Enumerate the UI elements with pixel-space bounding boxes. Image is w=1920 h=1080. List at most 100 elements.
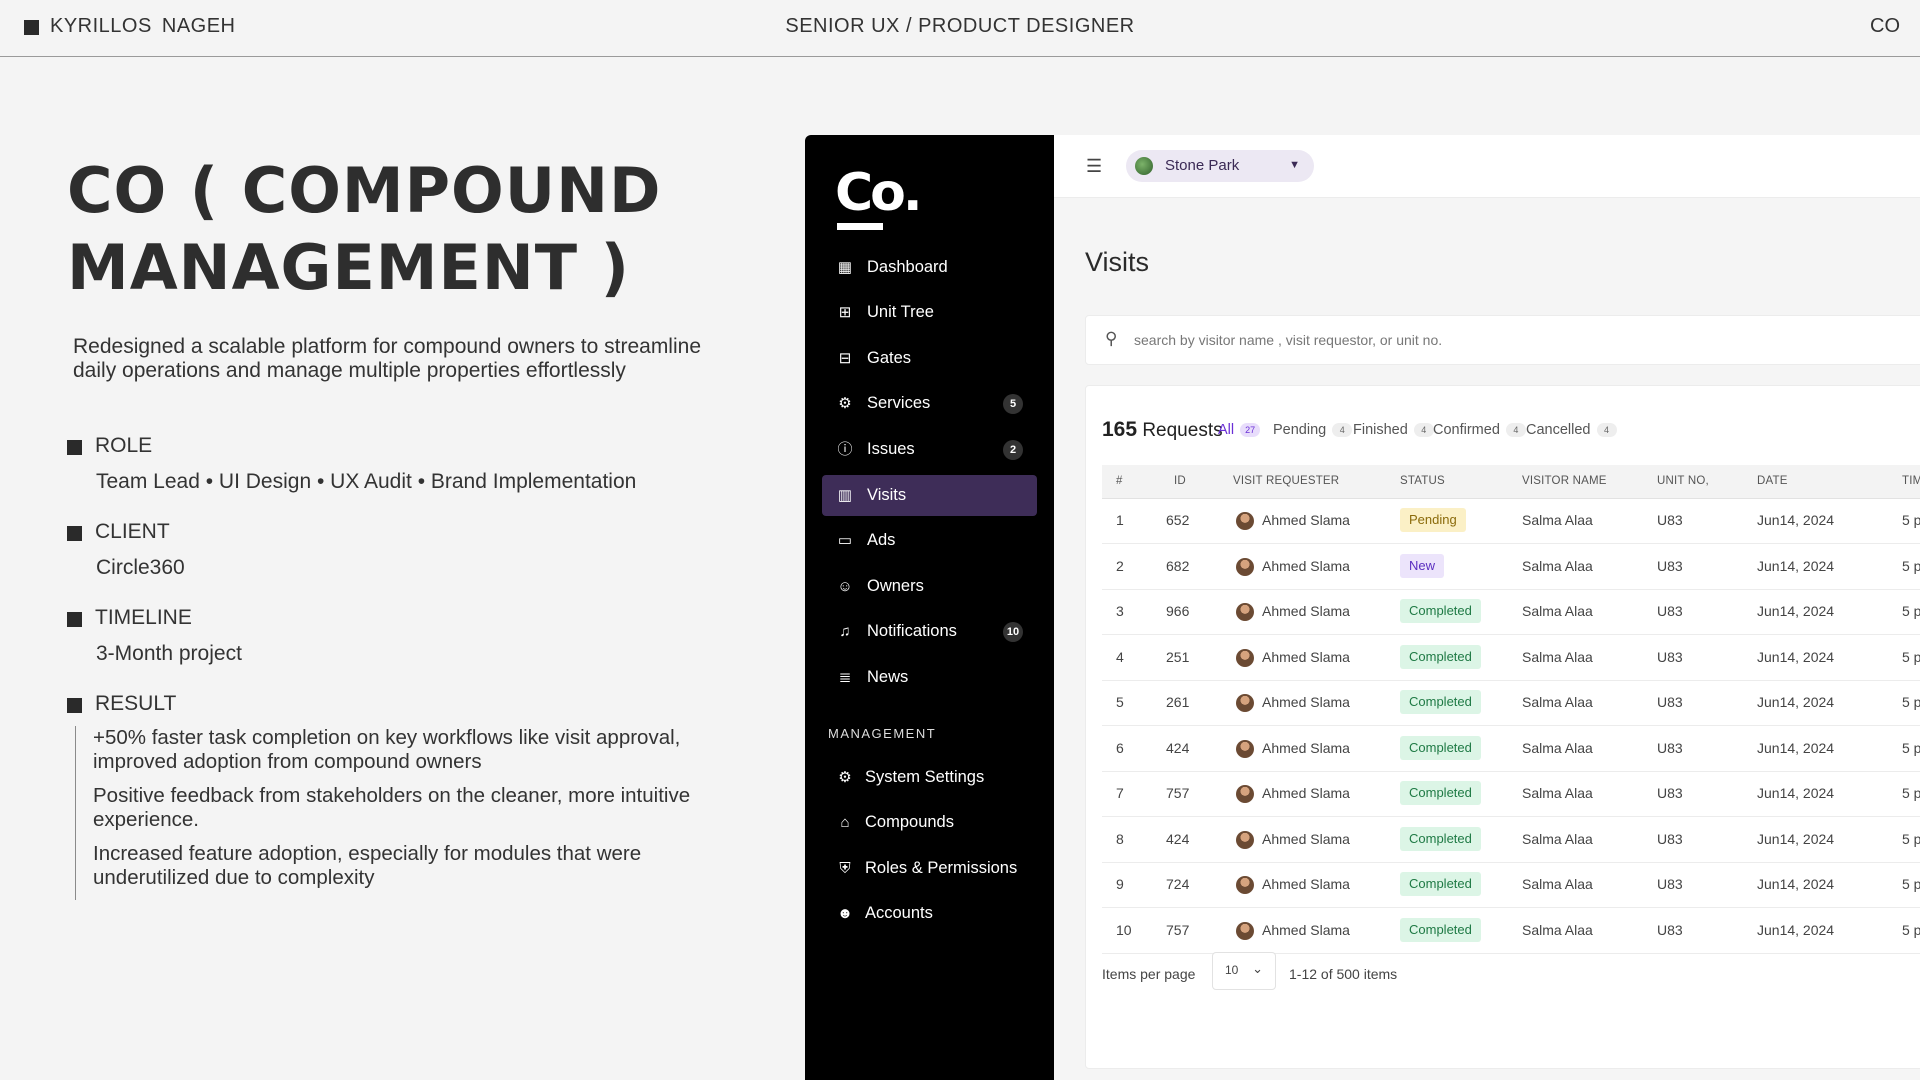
table-row[interactable]: 6 424 Ahmed Slama Salma Alaa U83 Jun14, 2024 5… xyxy=(1102,726,1920,772)
table-cell-unit: U83 xyxy=(1657,648,1683,665)
table-cell-visitor: Salma Alaa xyxy=(1522,557,1593,574)
ads-icon: ▭ xyxy=(837,532,853,549)
table-cell-unit: U83 xyxy=(1657,739,1683,756)
table-row[interactable]: 10 757 Ahmed Slama Salma Alaa U83 Jun14, 2024… xyxy=(1102,908,1920,954)
table-cell-n: 6 xyxy=(1116,739,1124,756)
table-cell-date: Jun14, 2024 xyxy=(1757,603,1835,619)
column-header: TIM xyxy=(1902,475,1920,487)
sidebar-item-label: Compounds xyxy=(865,813,954,831)
result-item: Positive feedback from stakeholders on t… xyxy=(93,784,691,831)
table-cell-time: 5 p xyxy=(1902,739,1920,756)
sidebar-item-visits[interactable]: ▥ Visits xyxy=(822,475,1037,516)
status-badge: Completed xyxy=(1400,826,1481,851)
table-row[interactable]: 9 724 Ahmed Slama Salma Alaa U83 Jun14, 2024 5… xyxy=(1102,862,1920,908)
menu-collapse-icon[interactable]: ☰ xyxy=(1086,156,1102,177)
section-label: ROLE xyxy=(95,434,153,457)
items-per-page-select[interactable]: 10 ⌄ xyxy=(1212,952,1276,990)
result-item: Increased feature adoption, especially f… xyxy=(93,842,642,889)
tab-confirmed[interactable]: Confirmed 4 xyxy=(1433,422,1526,438)
table-cell-n: 4 xyxy=(1116,648,1124,665)
tab-all[interactable]: All 27 xyxy=(1218,422,1261,438)
requester-avatar xyxy=(1236,876,1254,894)
table-cell-requester: Ahmed Slama xyxy=(1262,557,1350,574)
section-value: Team Lead • UI Design • UX Audit • Brand… xyxy=(96,470,637,493)
table-cell-unit: U83 xyxy=(1657,876,1683,892)
count-badge: 2 xyxy=(1003,440,1023,460)
table-cell-date: Jun14, 2024 xyxy=(1757,512,1835,528)
table-cell-id: 757 xyxy=(1166,921,1190,938)
table-row[interactable]: 8 424 Ahmed Slama Salma Alaa U83 Jun14, 2024 5… xyxy=(1102,817,1920,863)
sidebar-item-label: Visits xyxy=(867,486,907,504)
requester-avatar xyxy=(1236,512,1254,530)
building-icon: ▥ xyxy=(837,487,853,504)
items-per-page-label: Items per page xyxy=(1102,966,1196,982)
sidebar-item-label: System Settings xyxy=(865,768,985,786)
status-badge: Completed xyxy=(1400,872,1481,896)
table-cell-time: 5 p xyxy=(1902,648,1920,665)
project-title: CO ( COMPOUND MANAGEMENT ) xyxy=(67,154,662,304)
pagination-range: 1-12 of 500 items xyxy=(1289,966,1398,982)
sidebar-item-ads[interactable]: ▭ Ads xyxy=(822,520,1037,561)
table-cell-visitor: Salma Alaa xyxy=(1522,830,1593,847)
table-cell-n: 3 xyxy=(1116,603,1124,619)
table-cell-requester: Ahmed Slama xyxy=(1262,830,1350,847)
sidebar-item-label: Accounts xyxy=(865,904,933,922)
requester-avatar xyxy=(1236,648,1254,667)
sidebar-item-services[interactable]: ⚙ Services 5 xyxy=(822,383,1037,424)
table-cell-time: 5 p xyxy=(1902,603,1920,619)
status-badge: New xyxy=(1400,553,1445,578)
services-icon: ⚙ xyxy=(838,395,852,412)
sidebar-item-issues[interactable]: ⓘ Issues 2 xyxy=(822,429,1037,470)
table-cell-time: 5 p xyxy=(1902,557,1920,574)
table-cell-visitor: Salma Alaa xyxy=(1522,648,1593,665)
tab-cancelled[interactable]: Cancelled 4 xyxy=(1526,422,1617,438)
search-bar[interactable]: ⚲ search by visitor name , visit request… xyxy=(1085,315,1920,365)
requester-avatar xyxy=(1236,603,1254,621)
search-input[interactable]: search by visitor name , visit requestor… xyxy=(1134,332,1442,348)
section-label: RESULT xyxy=(95,692,177,715)
sidebar-item-dashboard[interactable]: ▦ Dashboard xyxy=(822,247,1037,288)
table-row[interactable]: 2 682 Ahmed Slama Salma Alaa U83 Jun14, 2024 5… xyxy=(1102,544,1920,590)
table-cell-id: 757 xyxy=(1166,785,1190,801)
sidebar-item-system-settings[interactable]: ⚙ System Settings xyxy=(822,757,1037,798)
section-label: TIMELINE xyxy=(95,606,192,629)
sidebar-item-news[interactable]: ≣ News xyxy=(822,657,1037,698)
table-cell-visitor: Salma Alaa xyxy=(1522,739,1593,756)
shield-icon: ⛨ xyxy=(839,860,851,877)
table-cell-time: 5 p xyxy=(1902,694,1920,710)
column-header: VISITOR NAME xyxy=(1522,475,1607,487)
sidebar-item-owners[interactable]: ☺ Owners xyxy=(822,566,1037,607)
sidebar-item-label: Services xyxy=(867,394,931,412)
sidebar-item-roles-permissions[interactable]: ⛨ Roles & Permissions xyxy=(822,848,1037,889)
table-cell-requester: Ahmed Slama xyxy=(1262,694,1350,710)
table-cell-visitor: Salma Alaa xyxy=(1522,921,1593,938)
table-row[interactable]: 4 251 Ahmed Slama Salma Alaa U83 Jun14, 2024 5… xyxy=(1102,635,1920,681)
table-row[interactable]: 7 757 Ahmed Slama Salma Alaa U83 Jun14, 2024 5… xyxy=(1102,771,1920,817)
table-cell-requester: Ahmed Slama xyxy=(1262,876,1350,892)
status-badge: Completed xyxy=(1400,599,1481,623)
gate-icon: ⊟ xyxy=(838,350,852,367)
sidebar-item-label: Owners xyxy=(867,577,924,595)
section-value: 3-Month project xyxy=(96,642,242,665)
sidebar-item-label: News xyxy=(867,668,909,686)
sidebar-item-label: Ads xyxy=(867,531,896,549)
count-badge: 5 xyxy=(1003,394,1023,414)
table-cell-time: 5 p xyxy=(1902,785,1920,801)
tab-pending[interactable]: Pending 4 xyxy=(1273,422,1353,438)
table-row[interactable]: 1 652 Ahmed Slama Salma Alaa U83 Jun14, 2024 5… xyxy=(1102,498,1920,544)
table-row[interactable]: 3 966 Ahmed Slama Salma Alaa U83 Jun14, 2024 5… xyxy=(1102,589,1920,635)
tab-count: 4 xyxy=(1596,423,1617,437)
tab-finished[interactable]: Finished 4 xyxy=(1353,422,1434,438)
table-cell-date: Jun14, 2024 xyxy=(1757,694,1835,710)
sidebar-item-accounts[interactable]: ☻ Accounts xyxy=(822,893,1037,934)
section-label: CLIENT xyxy=(95,520,170,543)
column-header: ID xyxy=(1174,475,1186,487)
section-value: Circle360 xyxy=(96,556,185,579)
sidebar-item-notifications[interactable]: ♫ Notifications 10 xyxy=(822,611,1037,652)
requester-avatar xyxy=(1236,739,1254,758)
sidebar-item-gates[interactable]: ⊟ Gates xyxy=(822,338,1037,379)
sidebar-item-unit-tree[interactable]: ⊞ Unit Tree xyxy=(822,292,1037,333)
sidebar-item-compounds[interactable]: ⌂ Compounds xyxy=(822,802,1037,843)
location-selector[interactable]: Stone Park ▼ xyxy=(1126,150,1314,182)
table-row[interactable]: 5 261 Ahmed Slama Salma Alaa U83 Jun14, 2024 5… xyxy=(1102,680,1920,726)
